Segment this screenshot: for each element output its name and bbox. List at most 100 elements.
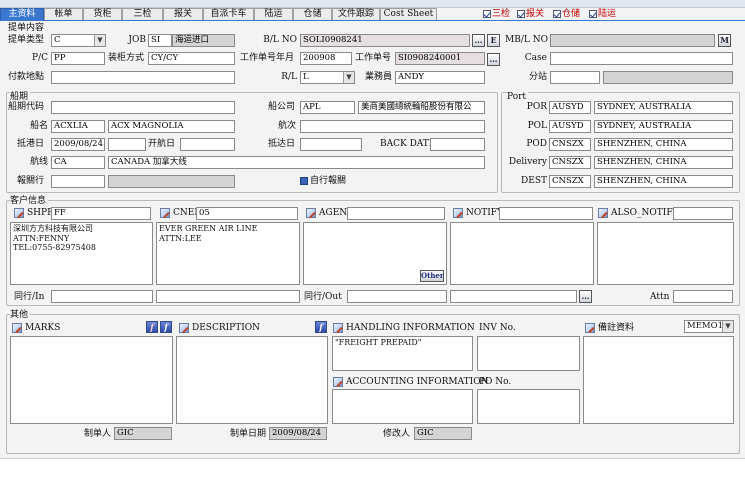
rl-select[interactable]: L ▼ bbox=[300, 71, 355, 84]
customs-field[interactable] bbox=[51, 175, 105, 188]
edit-icon[interactable] bbox=[14, 207, 24, 218]
remark-textarea[interactable] bbox=[583, 336, 734, 424]
flag-customs[interactable]: 报关 bbox=[517, 8, 544, 20]
port-name-pol[interactable]: SYDNEY, AUSTRALIA bbox=[594, 120, 733, 133]
self-customs-checkbox[interactable]: 自行報關 bbox=[300, 175, 346, 187]
accounting-header[interactable]: ACCOUNTING INFORMATION bbox=[333, 376, 488, 388]
job-field[interactable]: SI bbox=[148, 34, 172, 47]
carrier-field[interactable]: APL bbox=[300, 101, 355, 114]
tab-land[interactable]: 陆运 bbox=[254, 8, 293, 20]
tab-cost-sheet[interactable]: Cost Sheet bbox=[380, 8, 437, 20]
arrive-field[interactable]: 2009/08/24 bbox=[51, 138, 105, 151]
port-code-pol[interactable]: AUSYD bbox=[549, 120, 591, 133]
out-desc-field[interactable] bbox=[450, 290, 577, 303]
tab-doc-tracking[interactable]: 文件跟踪 bbox=[332, 8, 380, 20]
marks-textarea[interactable] bbox=[10, 336, 173, 424]
attn-field[interactable] bbox=[673, 290, 733, 303]
port-name-por[interactable]: SYDNEY, AUSTRALIA bbox=[594, 101, 733, 114]
cnee-code-field[interactable]: 05 bbox=[196, 207, 298, 220]
memo-select[interactable]: MEMO1 ▼ bbox=[684, 320, 734, 333]
handling-textarea[interactable]: "FREIGHT PREPAID" bbox=[332, 336, 473, 371]
inv-field[interactable] bbox=[477, 336, 580, 371]
out-lookup-button[interactable]: … bbox=[579, 290, 592, 303]
remark-header[interactable]: 備註資料 bbox=[585, 322, 634, 334]
edit-icon[interactable] bbox=[598, 207, 608, 218]
shpr-header[interactable]: SHPR bbox=[14, 207, 54, 219]
handling-header[interactable]: HANDLING INFORMATION bbox=[333, 322, 475, 334]
chevron-down-icon[interactable]: ▼ bbox=[722, 321, 733, 332]
edit-icon[interactable] bbox=[12, 322, 22, 333]
out-field[interactable] bbox=[347, 290, 447, 303]
port-name-pod[interactable]: SHENZHEN, CHINA bbox=[594, 138, 733, 151]
po-field[interactable] bbox=[477, 389, 580, 424]
flag-inspection[interactable]: 三检 bbox=[483, 8, 510, 20]
tab-main[interactable]: 主资料 bbox=[0, 8, 44, 20]
also-notify-header[interactable]: ALSO_NOTIFY bbox=[598, 207, 679, 219]
backdate-field[interactable] bbox=[430, 138, 485, 151]
tab-warehouse[interactable]: 仓储 bbox=[293, 8, 332, 20]
vessel-code-field[interactable]: ACXLIA bbox=[51, 120, 105, 133]
work-no-lookup-button[interactable]: … bbox=[487, 53, 500, 66]
shpr-code-field[interactable]: FF bbox=[51, 207, 151, 220]
port-code-pod[interactable]: CNSZX bbox=[549, 138, 591, 151]
arrive-extra-field[interactable] bbox=[108, 138, 146, 151]
flag-warehouse[interactable]: 仓储 bbox=[553, 8, 580, 20]
flag-land[interactable]: 陆运 bbox=[589, 8, 616, 20]
depart-field[interactable] bbox=[180, 138, 235, 151]
edit-icon[interactable] bbox=[585, 322, 595, 333]
pay-field[interactable] bbox=[51, 71, 235, 84]
edit-icon[interactable] bbox=[333, 376, 343, 387]
notify-header[interactable]: NOTIFY bbox=[453, 207, 503, 219]
load-field[interactable]: CY/CY bbox=[148, 52, 235, 65]
notify-code-field[interactable] bbox=[499, 207, 593, 220]
ship-code-field[interactable] bbox=[51, 101, 235, 114]
chevron-down-icon[interactable]: ▼ bbox=[94, 35, 105, 46]
desc-textarea[interactable] bbox=[176, 336, 328, 424]
atport-field[interactable] bbox=[300, 138, 362, 151]
notify-textarea[interactable] bbox=[450, 222, 594, 285]
type-select[interactable]: C ▼ bbox=[51, 34, 106, 47]
pc-field[interactable]: PP bbox=[51, 52, 105, 65]
tab-customs[interactable]: 报关 bbox=[163, 8, 203, 20]
sales-field[interactable]: ANDY bbox=[395, 71, 485, 84]
vessel-name-field[interactable]: ACX MAGNOLIA bbox=[108, 120, 235, 133]
case-field[interactable] bbox=[550, 52, 733, 65]
port-code-delivery[interactable]: CNSZX bbox=[549, 156, 591, 169]
bl-no-field[interactable]: SOLI0908241 bbox=[300, 34, 470, 47]
edit-icon[interactable] bbox=[160, 207, 170, 218]
shpr-textarea[interactable]: 深圳方方科技有限公司 ATTN:FENNY TEL:0755-82975408 bbox=[10, 222, 153, 285]
cnee-header[interactable]: CNEE bbox=[160, 207, 201, 219]
desc-header[interactable]: DESCRIPTION bbox=[179, 322, 260, 334]
branch-field[interactable] bbox=[550, 71, 600, 84]
work-ym-field[interactable]: 200908 bbox=[300, 52, 352, 65]
chevron-down-icon[interactable]: ▼ bbox=[343, 72, 354, 83]
port-code-por[interactable]: AUSYD bbox=[549, 101, 591, 114]
route-name-field[interactable]: CANADA 加拿大线 bbox=[108, 156, 485, 169]
port-code-dest[interactable]: CNSZX bbox=[549, 175, 591, 188]
port-name-delivery[interactable]: SHENZHEN, CHINA bbox=[594, 156, 733, 169]
cnee-textarea[interactable]: EVER GREEN AIR LINE ATTN:LEE bbox=[156, 222, 300, 285]
bl-lookup-button[interactable]: … bbox=[472, 34, 485, 47]
in-field[interactable] bbox=[51, 290, 153, 303]
tab-inspection[interactable]: 三检 bbox=[122, 8, 163, 20]
mbl-field[interactable] bbox=[550, 34, 715, 47]
edit-icon[interactable] bbox=[333, 322, 343, 333]
edit-icon[interactable] bbox=[179, 322, 189, 333]
m-button[interactable]: M bbox=[718, 34, 731, 47]
other-button[interactable]: Other bbox=[420, 270, 444, 282]
work-no-field[interactable]: SI0908240001 bbox=[395, 52, 485, 65]
desc-format-icon[interactable]: f bbox=[315, 321, 327, 333]
tab-truck[interactable]: 自派卡车 bbox=[203, 8, 254, 20]
voyage-field[interactable] bbox=[300, 120, 485, 133]
route-code-field[interactable]: CA bbox=[51, 156, 105, 169]
in-desc-field[interactable] bbox=[156, 290, 300, 303]
marks-header[interactable]: MARKS bbox=[12, 322, 60, 334]
accounting-textarea[interactable] bbox=[332, 389, 473, 424]
also-notify-textarea[interactable] bbox=[597, 222, 734, 285]
tab-billing[interactable]: 帐单 bbox=[44, 8, 83, 20]
edit-icon[interactable] bbox=[453, 207, 463, 218]
agent-code-field[interactable] bbox=[347, 207, 445, 220]
port-name-dest[interactable]: SHENZHEN, CHINA bbox=[594, 175, 733, 188]
e-button[interactable]: E bbox=[487, 34, 500, 47]
also-notify-code-field[interactable] bbox=[673, 207, 733, 220]
